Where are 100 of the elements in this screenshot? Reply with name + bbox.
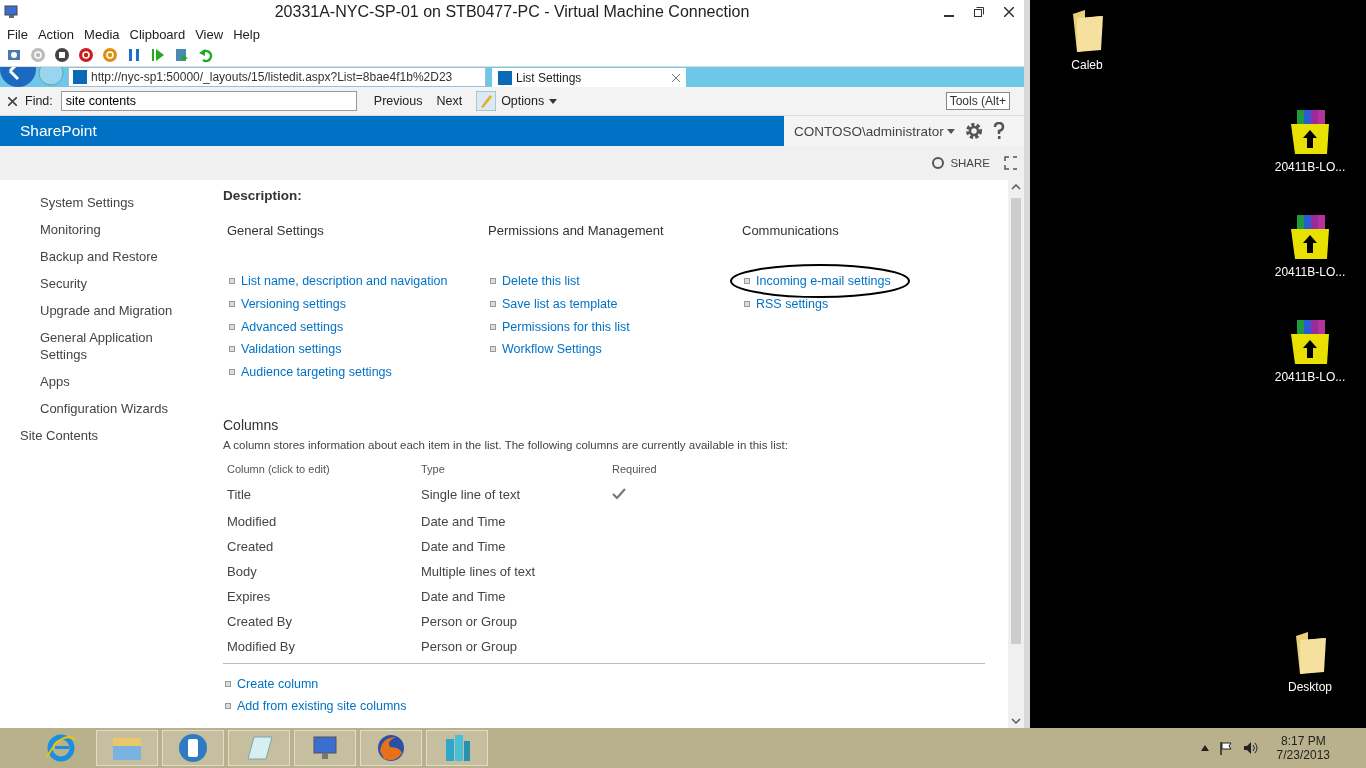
clock-date[interactable]: 7/23/2013 <box>1276 748 1330 762</box>
menu-item[interactable]: View <box>190 26 229 42</box>
notepad-icon <box>244 733 274 763</box>
address-text: http://nyc-sp1:50000/_layouts/15/listedit.aspx?List=8bae4f1b%2D23 <box>91 70 453 84</box>
scrollbar[interactable] <box>1008 180 1024 728</box>
show-hidden-icon[interactable] <box>1200 745 1209 751</box>
nav-link[interactable]: Apps <box>40 373 180 390</box>
brand-name[interactable]: SharePoint <box>20 122 97 140</box>
address-field[interactable]: http://nyc-sp1:50000/_layouts/15/listedit.aspx?List=8bae4f1b%2D23 <box>68 67 486 87</box>
desktop-icon-label[interactable]: 20411B-LO... <box>1274 265 1346 279</box>
desktop-icon-label[interactable]: 20411B-LO... <box>1274 370 1346 384</box>
play-icon <box>150 47 166 63</box>
nav-link[interactable]: Configuration Wizards <box>40 400 180 417</box>
settings-link[interactable]: RSS settings <box>756 297 829 312</box>
settings-link[interactable]: List name, description and navigation <box>241 274 448 289</box>
bullet-icon <box>744 278 750 285</box>
settings-link[interactable]: Validation settings <box>241 342 342 357</box>
nav-link[interactable]: Backup and Restore <box>40 248 180 265</box>
speaker-icon[interactable] <box>1242 741 1259 755</box>
table-cell-text: Date and Time <box>420 538 507 557</box>
caret-icon <box>549 98 558 104</box>
bullet-icon <box>744 301 750 308</box>
bullet-icon <box>229 346 235 353</box>
section-heading: Columns <box>223 417 280 434</box>
find-field[interactable]: site contents <box>60 91 357 111</box>
taskbar-button[interactable] <box>162 730 224 766</box>
pause-icon <box>126 47 142 63</box>
column-link[interactable]: Add from existing site columns <box>237 699 407 714</box>
bullet-icon <box>490 301 496 308</box>
desktop-icon-label[interactable]: 20411B-LO... <box>1274 160 1346 174</box>
nav-link[interactable]: Monitoring <box>40 221 180 238</box>
taskbar-button[interactable] <box>426 730 488 766</box>
bullet-icon <box>490 323 496 330</box>
shut-down-button[interactable] <box>76 45 96 65</box>
nav-link[interactable]: Upgrade and Migration <box>40 302 180 319</box>
minimize-icon <box>944 15 954 17</box>
options-button[interactable]: Options <box>473 91 561 111</box>
menu-item[interactable]: Help <box>228 26 265 42</box>
desktop-icon-label[interactable]: Caleb <box>1071 58 1103 72</box>
menu-item[interactable]: Media <box>79 26 125 42</box>
settings-link[interactable]: Audience targeting settings <box>241 365 392 380</box>
settings-link[interactable]: Versioning settings <box>241 297 346 312</box>
table-cell[interactable]: Modified By <box>223 634 417 660</box>
desktop-icon-label[interactable]: Desktop <box>1288 680 1332 694</box>
table-cell[interactable]: Created <box>223 534 417 560</box>
menu-item[interactable]: Action <box>32 26 80 42</box>
start-icon <box>30 47 46 63</box>
column-link[interactable]: Create column <box>237 676 319 691</box>
settings-link[interactable]: Workflow Settings <box>502 342 602 357</box>
next-button[interactable]: Next <box>433 94 466 108</box>
turn-off-button[interactable] <box>52 45 72 65</box>
bullet-icon <box>490 346 496 353</box>
start-button[interactable] <box>28 45 48 65</box>
nav-link[interactable]: System Settings <box>40 194 180 211</box>
settings-link[interactable]: Permissions for this list <box>502 319 630 334</box>
window-title: 20331A-NYC-SP-01 on STB0477-PC - Virtual Machine Connection <box>273 3 751 21</box>
nav-link[interactable]: Security <box>40 275 180 292</box>
table-cell-text: Single line of text <box>420 485 521 504</box>
section-description: A column stores information about each item in the list. The following columns are currently available in this list: <box>223 439 789 452</box>
column-header: Type <box>420 462 446 478</box>
taskbar-button[interactable] <box>360 730 422 766</box>
firefox-icon <box>376 733 406 763</box>
close-icon[interactable] <box>672 73 680 82</box>
find-label: Find: <box>25 94 53 108</box>
back-button[interactable] <box>0 67 38 87</box>
undo-icon <box>198 47 214 63</box>
flag-icon[interactable] <box>1218 741 1233 755</box>
table-cell-text: Person or Group <box>420 613 519 632</box>
table-cell[interactable]: Expires <box>223 584 417 610</box>
table-cell[interactable]: Created By <box>223 609 417 635</box>
save-state-button[interactable] <box>100 45 120 65</box>
close-icon <box>1004 7 1014 17</box>
menu-item[interactable]: File <box>2 26 33 42</box>
nav-link[interactable]: General Application Settings <box>40 329 180 363</box>
browser-tab[interactable]: List Settings <box>492 68 686 87</box>
settings-icon[interactable] <box>964 122 983 140</box>
previous-button[interactable]: Previous <box>370 94 426 108</box>
bullet-icon <box>229 301 235 308</box>
column-header: Column (click to edit) <box>226 462 331 478</box>
table-cell-text: Date and Time <box>420 588 507 607</box>
settings-link[interactable]: Save list as template <box>502 297 618 312</box>
group-heading: Permissions and Management <box>488 223 665 238</box>
taskbar-button[interactable] <box>294 730 356 766</box>
table-cell[interactable]: Body <box>223 559 417 585</box>
table-cell[interactable]: Modified <box>223 509 417 535</box>
power-icon <box>78 47 94 63</box>
clock-time[interactable]: 8:17 PM <box>1280 734 1326 748</box>
stop-icon <box>54 47 70 63</box>
scroll-thumb[interactable] <box>1011 198 1021 644</box>
close-icon[interactable] <box>8 96 17 106</box>
nav-link[interactable]: Site Contents <box>20 427 180 444</box>
focus-icon[interactable] <box>1004 156 1018 170</box>
checkpoint-icon <box>174 47 190 63</box>
group-heading: General Settings <box>227 223 325 238</box>
menu-item[interactable]: Clipboard <box>124 26 191 42</box>
settings-link[interactable]: Advanced settings <box>241 319 344 334</box>
table-cell[interactable]: Title <box>223 479 417 510</box>
help-icon[interactable] <box>992 122 1005 140</box>
share-button[interactable]: SHARE <box>931 156 990 170</box>
settings-link[interactable]: Delete this list <box>502 274 580 289</box>
